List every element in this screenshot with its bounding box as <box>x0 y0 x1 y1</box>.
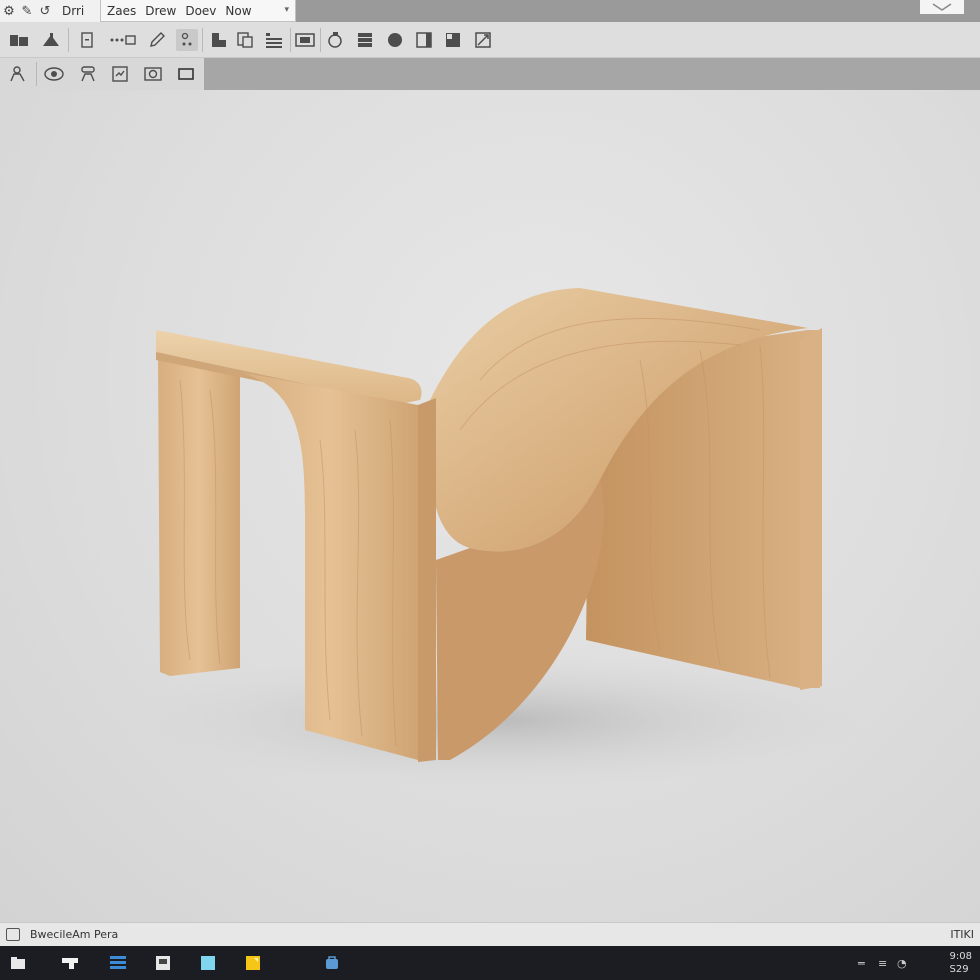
layers-icon[interactable] <box>263 29 285 51</box>
main-toolbar <box>0 22 980 58</box>
back-right-leg-edge <box>800 328 822 690</box>
toolbar-separator <box>36 62 37 86</box>
dimension-icon[interactable] <box>108 29 138 51</box>
window-control-icon <box>932 3 952 11</box>
page-icon[interactable] <box>76 29 98 51</box>
circle-icon[interactable] <box>384 29 406 51</box>
component-icon[interactable] <box>208 29 230 51</box>
user-icon[interactable] <box>7 63 29 85</box>
node-icon[interactable] <box>176 29 198 51</box>
taskbar: ═ ≡ ◔ 9:08 S29 <box>0 946 980 980</box>
store-icon[interactable] <box>322 953 342 973</box>
status-icon[interactable] <box>6 928 20 941</box>
menu-item-drew[interactable]: Drew <box>145 4 176 18</box>
back-left-leg <box>158 352 240 676</box>
stack-icon[interactable] <box>354 29 376 51</box>
secondary-toolbar <box>0 58 980 90</box>
chevron-down-icon[interactable]: ▾ <box>284 5 289 15</box>
snap-icon[interactable] <box>109 63 131 85</box>
fill-icon[interactable] <box>442 29 464 51</box>
tray-dash-icon[interactable]: ═ <box>858 957 865 970</box>
taskbar-clock[interactable]: 9:08 S29 <box>950 950 972 976</box>
clock-date: S29 <box>949 964 969 975</box>
pencil-icon[interactable] <box>146 29 168 51</box>
settings-icon[interactable]: ⚙ <box>0 0 18 22</box>
explorer-icon[interactable] <box>60 953 80 973</box>
panel-icon[interactable] <box>413 29 435 51</box>
image-icon[interactable] <box>294 29 316 51</box>
menu-item-now[interactable]: Now <box>225 4 251 18</box>
viewport-canvas[interactable] <box>0 90 980 922</box>
window-control-button[interactable] <box>920 0 964 14</box>
undo-icon[interactable]: ↺ <box>36 0 54 22</box>
tray-network-icon[interactable]: ≡ <box>878 957 887 970</box>
camera-icon[interactable] <box>142 63 164 85</box>
status-text: BwecileAm Pera <box>30 928 119 941</box>
list-icon[interactable] <box>108 953 128 973</box>
shape-icon[interactable] <box>40 29 62 51</box>
menu-item-zaes[interactable]: Zaes <box>107 4 136 18</box>
folder-icon[interactable] <box>8 29 30 51</box>
status-right-text: ITIKI <box>950 928 974 941</box>
wooden-bench-model[interactable] <box>0 90 980 922</box>
orbit-icon[interactable] <box>43 63 65 85</box>
start-icon[interactable] <box>8 953 28 973</box>
pen-icon[interactable]: ✎ <box>18 0 36 22</box>
toolbar-separator <box>320 28 321 52</box>
notes-icon[interactable] <box>243 953 263 973</box>
app-label[interactable]: Drri <box>62 4 84 18</box>
menu-item-doev[interactable]: Doev <box>185 4 216 18</box>
secondary-toolbar-group <box>0 58 204 90</box>
status-bar: BwecileAm Pera ITIKI <box>0 922 980 946</box>
menu-bar-left: ⚙ ✎ ↺ Drri <box>0 0 100 22</box>
clock-time: 9:08 <box>949 951 972 962</box>
document-icon[interactable] <box>153 953 173 973</box>
toolbar-separator <box>290 28 291 52</box>
copy-icon[interactable] <box>234 29 256 51</box>
cyan-app-icon[interactable] <box>198 953 218 973</box>
menu-bar: ⚙ ✎ ↺ Drri Zaes Drew Doev Now ▾ <box>0 0 980 22</box>
menu-dropdown[interactable]: Zaes Drew Doev Now ▾ <box>100 0 296 22</box>
toolbar-separator <box>202 28 203 52</box>
front-left-leg-edge <box>418 398 436 762</box>
rotate-icon[interactable] <box>324 29 346 51</box>
rectangle-icon[interactable] <box>175 63 197 85</box>
measure-icon[interactable] <box>472 29 494 51</box>
group-icon[interactable] <box>77 63 99 85</box>
toolbar-separator <box>68 28 69 52</box>
tray-volume-icon[interactable]: ◔ <box>897 957 907 970</box>
